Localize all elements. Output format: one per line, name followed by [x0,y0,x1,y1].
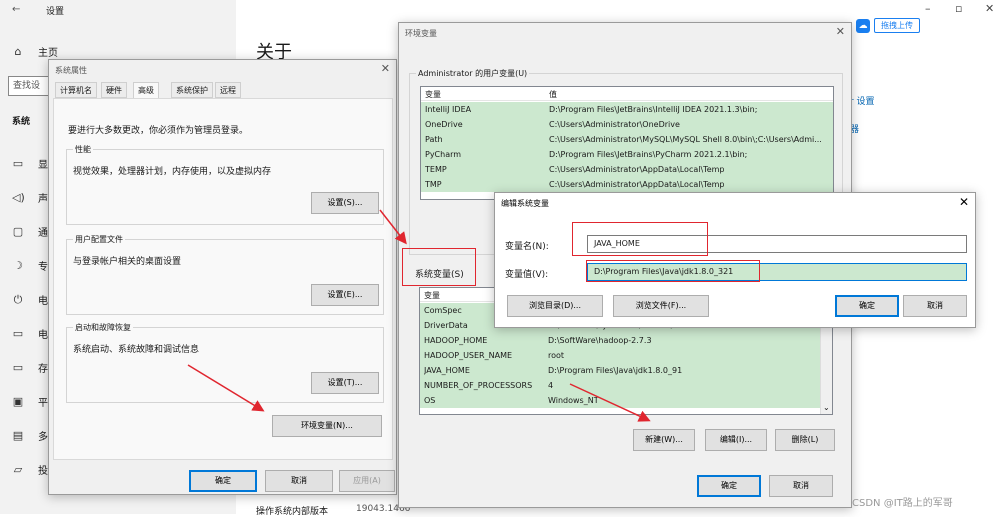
annotation-arrows [187,209,651,422]
arrow-to-new-button [569,383,651,422]
arrow-to-sys-vars [379,209,407,245]
watermark: CSDN @IT路上的军哥 [852,498,953,509]
arrow-to-env-button [187,364,265,412]
